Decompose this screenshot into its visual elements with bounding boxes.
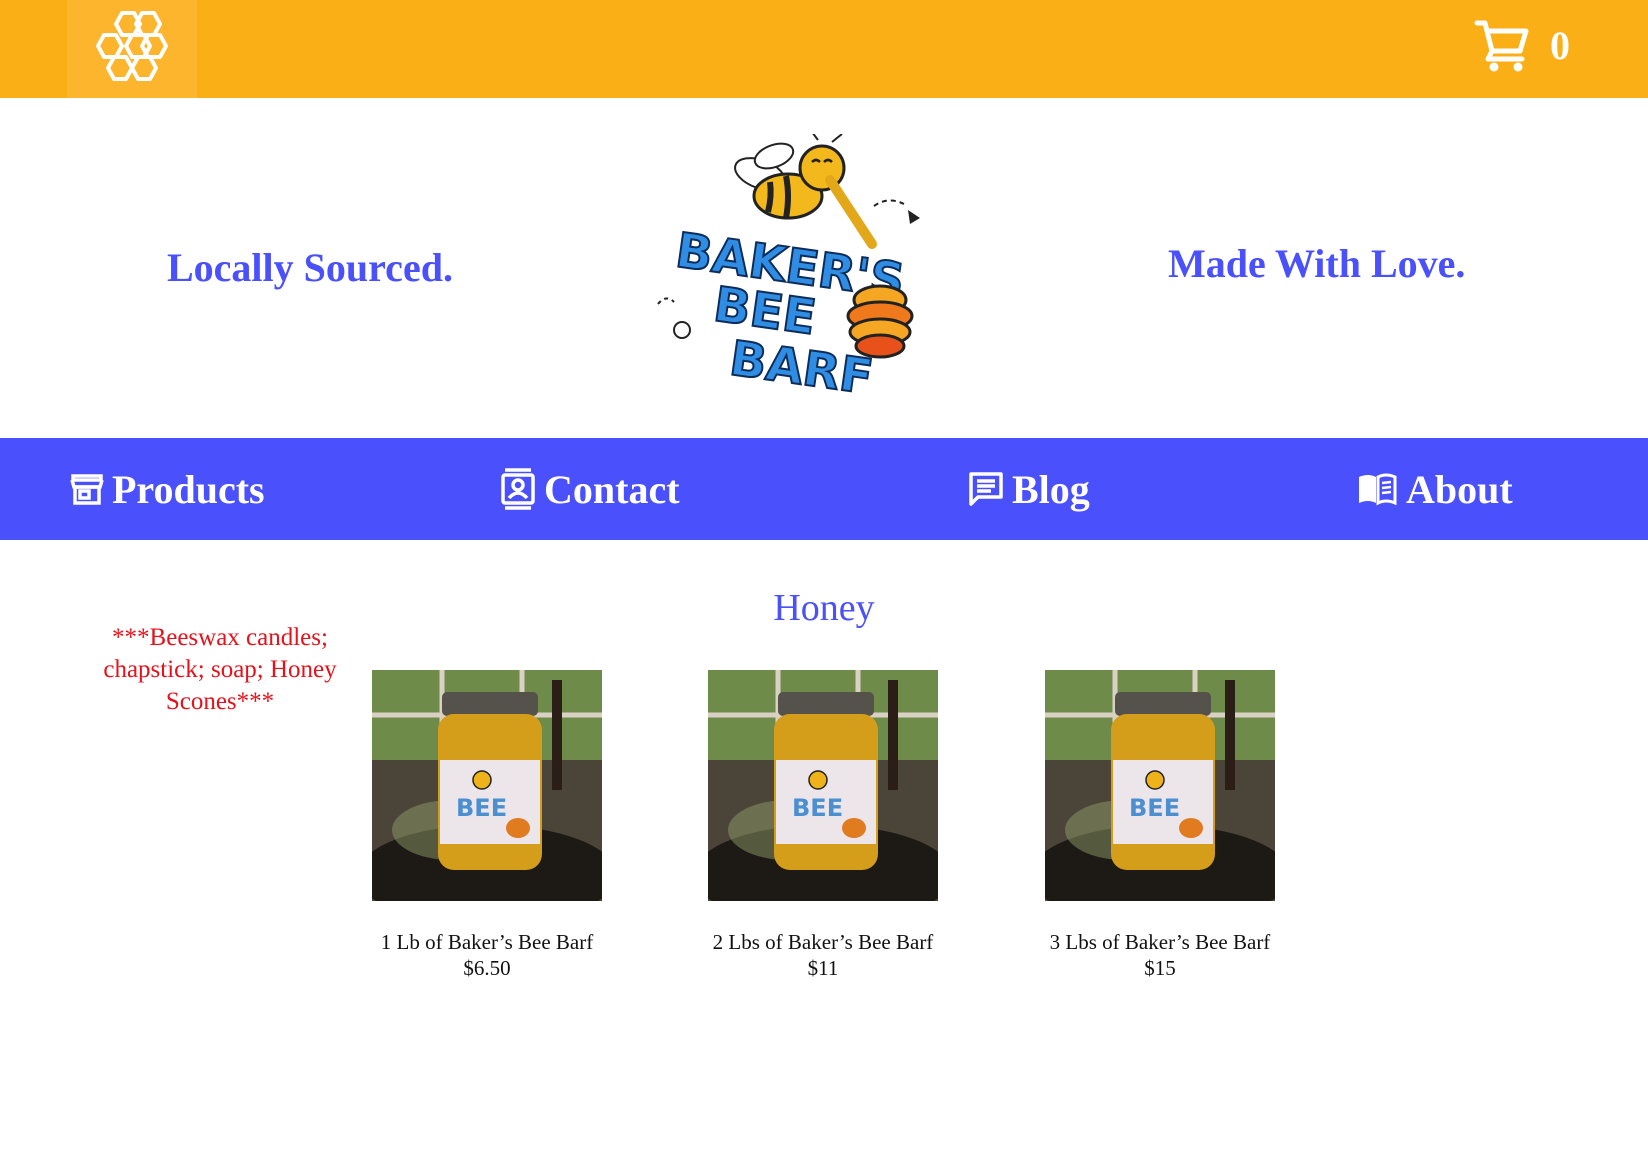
sidebar-note: ***Beeswax candles; chapstick; soap; Hon… bbox=[103, 624, 337, 715]
product-price: $6.50 bbox=[463, 956, 511, 980]
honeycomb-icon bbox=[96, 11, 168, 81]
cart-count: 0 bbox=[1550, 22, 1570, 68]
product-name: 3 Lbs of Baker’s Bee Barf bbox=[1049, 930, 1271, 954]
product-image-honey-jar: BEE bbox=[1045, 670, 1275, 901]
contact-card-icon bbox=[500, 467, 536, 511]
product-image-honey-jar: BEE bbox=[372, 670, 602, 901]
bee-logo-image: BAKER'S BEE BARF bbox=[657, 131, 920, 407]
nav-item-blog[interactable]: Blog bbox=[968, 438, 1090, 540]
logo[interactable]: BAKER'S BEE BARF bbox=[652, 131, 962, 407]
message-icon bbox=[968, 471, 1004, 507]
nav-label-blog: Blog bbox=[1012, 466, 1090, 512]
hero: Locally Sourced. BAKER'S BEE BARF Made W… bbox=[0, 98, 1648, 438]
storefront-icon bbox=[70, 472, 104, 506]
product-card[interactable]: BEE 3 Lbs of Baker’s Bee Barf $15 bbox=[990, 670, 1330, 981]
open-book-icon bbox=[1356, 472, 1398, 506]
main-nav: Products Contact Blog About bbox=[0, 438, 1648, 540]
product-name: 1 Lb of Baker’s Bee Barf bbox=[380, 930, 594, 954]
product-price: $15 bbox=[1144, 956, 1176, 980]
nav-label-about: About bbox=[1406, 466, 1513, 512]
nav-item-about[interactable]: About bbox=[1356, 438, 1513, 540]
tagline-right: Made With Love. bbox=[1168, 241, 1466, 286]
product-image-honey-jar: BEE bbox=[708, 670, 938, 901]
product-price: $11 bbox=[807, 956, 839, 980]
nav-item-products[interactable]: Products bbox=[70, 438, 265, 540]
svg-text:BEE: BEE bbox=[792, 794, 843, 822]
product-name: 2 Lbs of Baker’s Bee Barf bbox=[712, 930, 934, 954]
nav-item-contact[interactable]: Contact bbox=[500, 438, 680, 540]
svg-text:BEE: BEE bbox=[1129, 794, 1180, 822]
top-bar: 0 bbox=[0, 0, 1648, 98]
cart-icon bbox=[1474, 20, 1529, 72]
nav-label-products: Products bbox=[112, 466, 265, 512]
cart-button[interactable]: 0 bbox=[1474, 14, 1570, 76]
section-title: Honey bbox=[773, 587, 875, 629]
tagline-left: Locally Sourced. bbox=[167, 245, 453, 290]
svg-text:BEE: BEE bbox=[456, 794, 507, 822]
product-card[interactable]: BEE 1 Lb of Baker’s Bee Barf $6.50 bbox=[317, 670, 657, 981]
menu-button[interactable] bbox=[67, 0, 197, 98]
nav-label-contact: Contact bbox=[544, 466, 680, 512]
product-card[interactable]: BEE 2 Lbs of Baker’s Bee Barf $11 bbox=[653, 670, 993, 981]
